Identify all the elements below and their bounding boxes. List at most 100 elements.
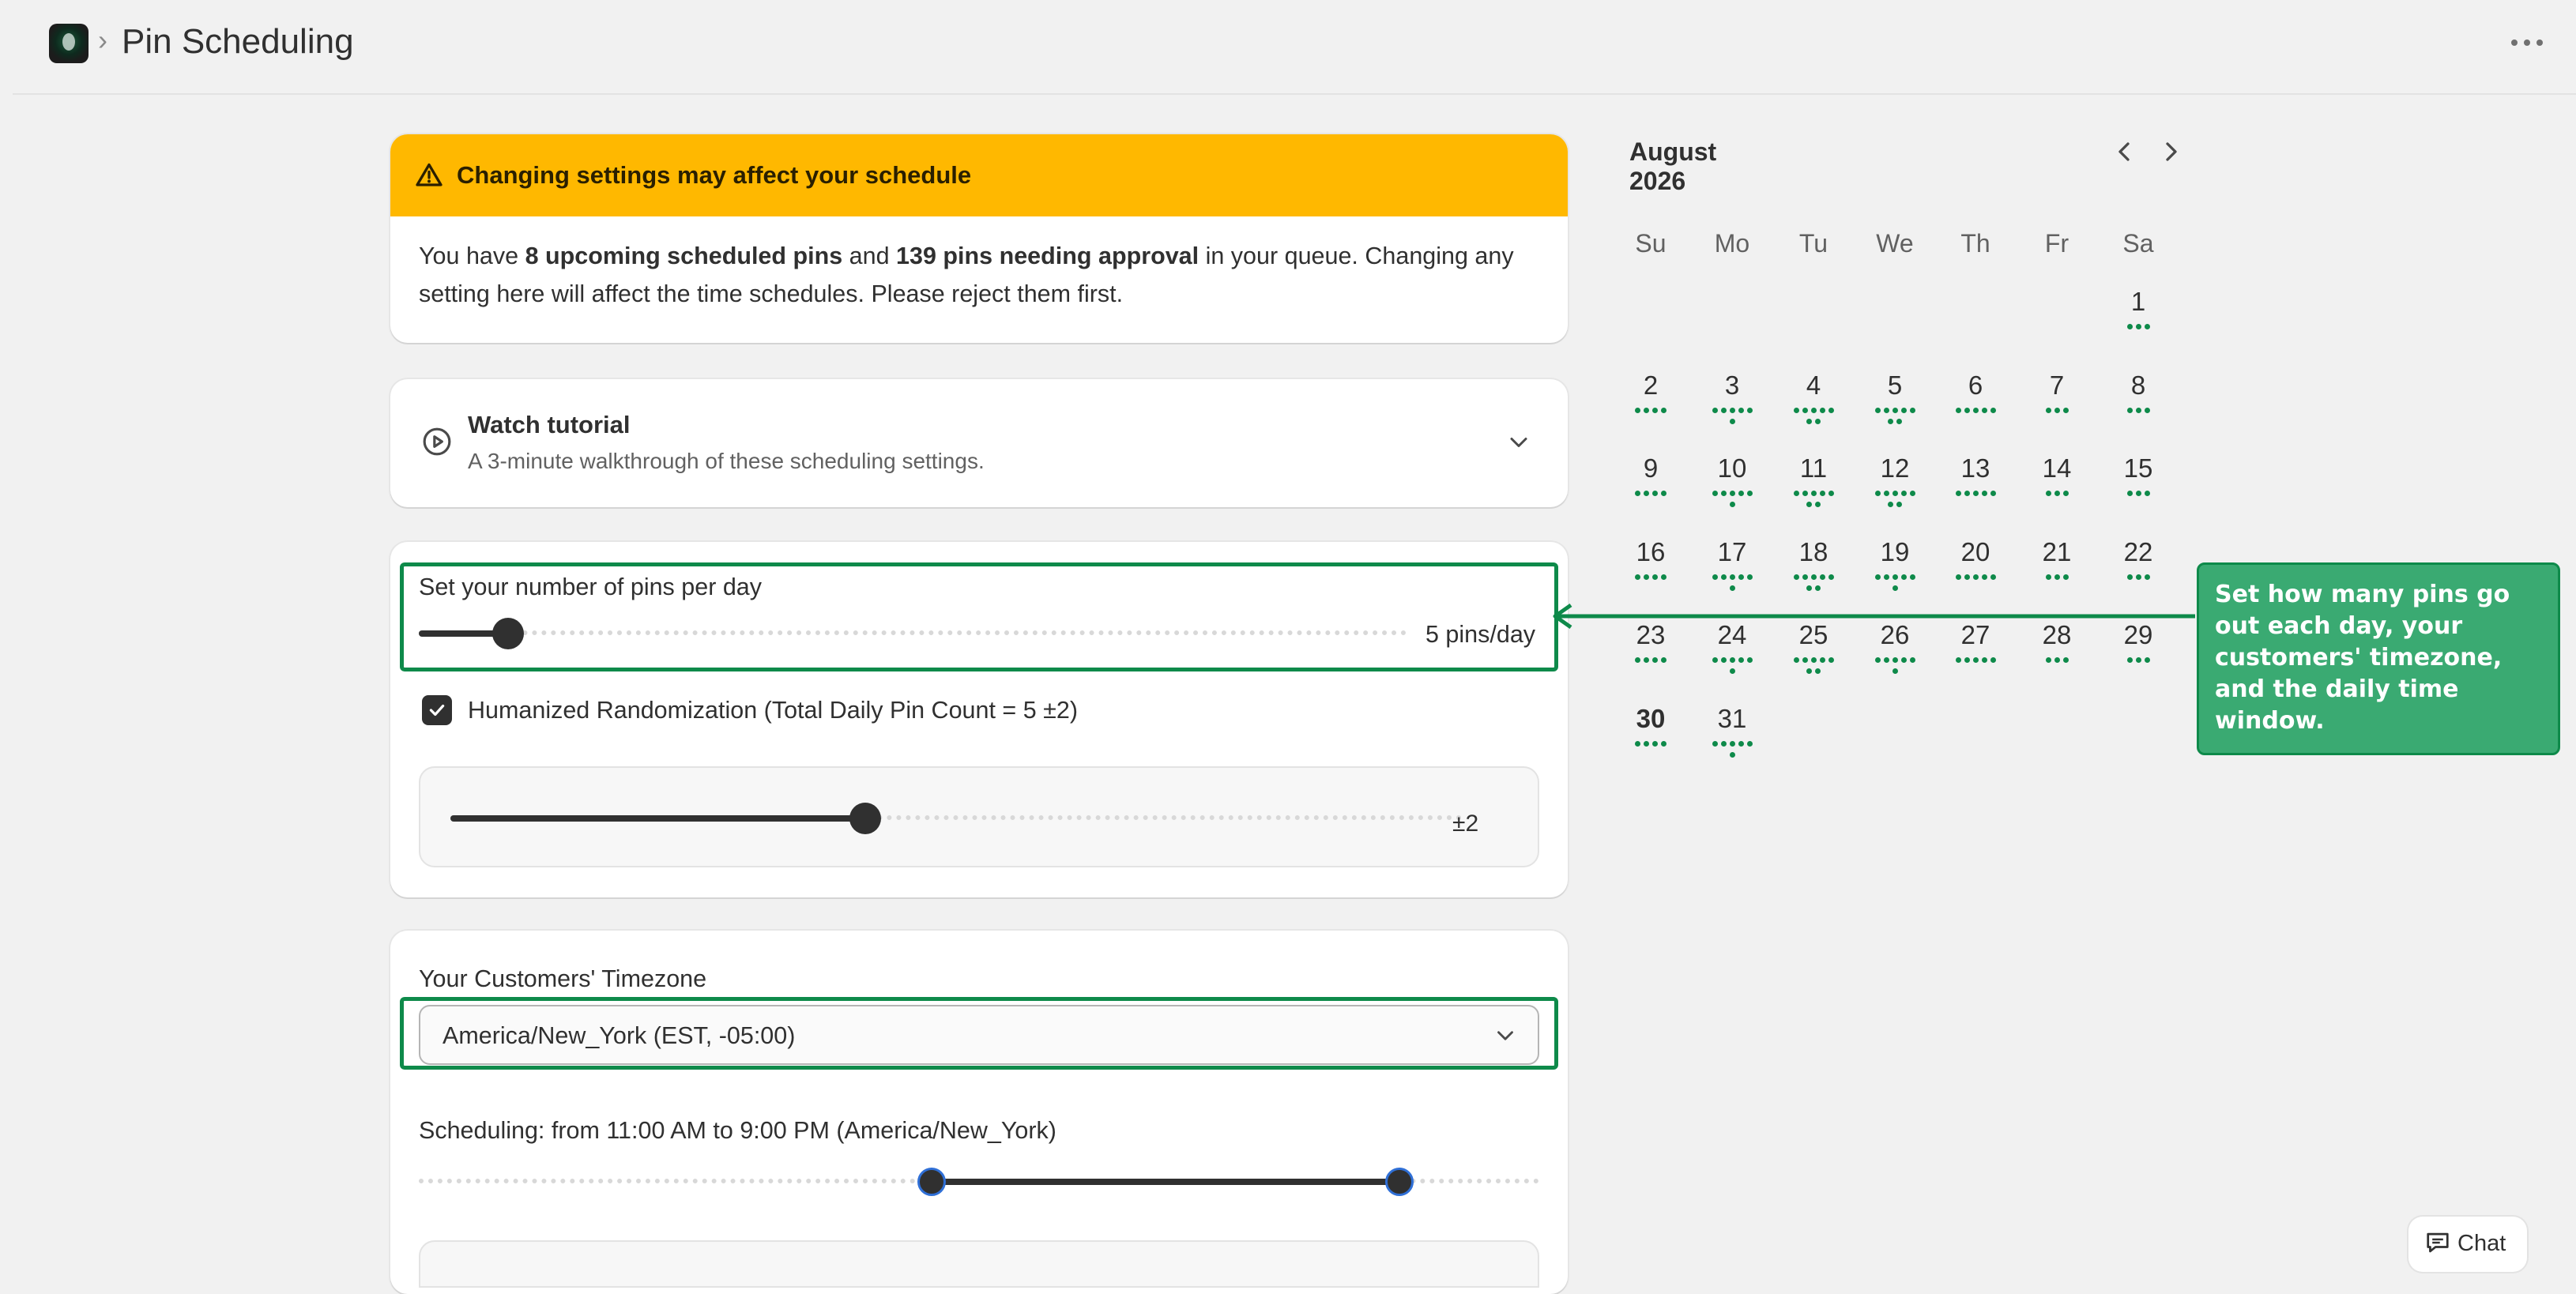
scheduled-pin-dot [1652, 657, 1658, 663]
slider-thumb[interactable] [492, 618, 524, 649]
calendar-day-8[interactable]: 8 [2103, 370, 2174, 423]
calendar-day-5[interactable]: 5 [1859, 370, 1930, 424]
range-start-thumb[interactable] [917, 1168, 946, 1196]
timezone-selected-value: America/New_York (EST, -05:00) [443, 1022, 796, 1049]
scheduled-pin-dot [1900, 408, 1907, 413]
chevron-down-icon[interactable] [1505, 428, 1533, 457]
scheduled-pin-dot [1883, 408, 1889, 413]
calendar-day-6[interactable]: 6 [1940, 370, 2011, 423]
scheduled-pin-dot [2054, 657, 2060, 663]
calendar-day-number: 1 [2130, 287, 2146, 316]
calendar-day-19[interactable]: 19 [1859, 536, 1930, 591]
scheduled-pins-dots [1859, 568, 1930, 591]
scheduled-pin-dot [2135, 657, 2141, 663]
scheduled-pin-dot [2054, 408, 2060, 413]
calendar-day-15[interactable]: 15 [2103, 453, 2174, 506]
calendar-day-1[interactable]: 1 [2103, 286, 2174, 340]
calendar-day-number: 5 [1887, 371, 1903, 400]
calendar-day-number: 15 [2123, 453, 2153, 483]
scheduled-pin-dot [1712, 408, 1718, 413]
breadcrumb-separator: › [98, 24, 107, 56]
scheduled-pin-dot [1729, 752, 1735, 758]
chat-button[interactable]: Chat [2408, 1217, 2527, 1272]
calendar-day-3[interactable]: 3 [1697, 370, 1768, 424]
calendar-day-18[interactable]: 18 [1778, 536, 1849, 591]
pins-settings-card: Set your number of pins per day 5 pins/d… [390, 542, 1568, 897]
calendar-day-4[interactable]: 4 [1778, 370, 1849, 424]
scheduled-pin-dot [1806, 668, 1812, 674]
scheduled-pin-dot [1793, 491, 1799, 496]
scheduled-pin-dot [1806, 585, 1812, 591]
calendar-day-21[interactable]: 21 [2021, 536, 2092, 590]
chevron-left-icon[interactable] [2108, 134, 2140, 169]
scheduled-pin-dot [1644, 657, 1649, 663]
calendar-day-31[interactable]: 31 [1697, 703, 1768, 758]
scheduled-pin-dot [1892, 574, 1898, 580]
scheduled-pin-dot [2126, 324, 2133, 329]
scheduled-pin-dot [1828, 657, 1834, 663]
scheduled-pin-dot [1810, 491, 1817, 496]
scheduled-pin-dot [2062, 657, 2069, 663]
scheduled-pins-dots [1615, 484, 1686, 506]
calendar-day-16[interactable]: 16 [1615, 536, 1686, 590]
app-logo[interactable] [49, 24, 89, 63]
calendar-day-20[interactable]: 20 [1940, 536, 2011, 590]
scheduled-pin-dot [2135, 574, 2141, 580]
calendar-day-number: 18 [1798, 537, 1828, 566]
timezone-label: Your Customers' Timezone [419, 965, 707, 992]
slider-thumb[interactable] [849, 803, 881, 834]
range-end-thumb[interactable] [1385, 1168, 1414, 1196]
calendar-day-11[interactable]: 11 [1778, 453, 1849, 507]
randomization-value: ±2 [1452, 811, 1479, 837]
scheduled-pin-dot [2126, 408, 2133, 413]
calendar-day-12[interactable]: 12 [1859, 453, 1930, 507]
banner-text: You have [419, 243, 525, 269]
more-actions-button[interactable] [2505, 22, 2549, 62]
tutorial-subtitle: A 3-minute walkthrough of these scheduli… [468, 449, 985, 473]
calendar-day-2[interactable]: 2 [1615, 370, 1686, 423]
top-bar: › Pin Scheduling [0, 0, 2576, 92]
scheduled-pin-dot [1635, 741, 1640, 747]
warning-banner: Changing settings may affect your schedu… [390, 134, 1568, 343]
calendar-day-13[interactable]: 13 [1940, 453, 2011, 506]
more-horizontal-icon [2511, 39, 2518, 46]
scheduled-pins-dots [1940, 401, 2011, 423]
scheduled-pin-dot [1729, 408, 1735, 413]
scheduled-pin-dot [1990, 491, 1996, 496]
scheduled-pin-dot [1883, 657, 1889, 663]
scheduled-pins-dots [1940, 568, 2011, 590]
scheduled-pin-dot [1746, 741, 1753, 747]
calendar-day-10[interactable]: 10 [1697, 453, 1768, 507]
watch-tutorial-card[interactable]: Watch tutorial A 3-minute walkthrough of… [390, 379, 1568, 507]
warning-triangle-icon [416, 163, 443, 186]
scheduled-pin-dot [2144, 324, 2150, 329]
calendar-day-30[interactable]: 30 [1615, 703, 1686, 757]
scheduling-window-label: Scheduling: from 11:00 AM to 9:00 PM (Am… [419, 1117, 1056, 1144]
scheduled-pins-dots [1697, 568, 1768, 591]
scheduled-pin-dot [1712, 491, 1718, 496]
scheduled-pin-dot [2135, 408, 2141, 413]
timezone-select[interactable]: America/New_York (EST, -05:00) [419, 1005, 1539, 1065]
play-circle-icon [423, 427, 451, 456]
scheduling-window-range-slider[interactable] [419, 1166, 1539, 1198]
pins-per-day-slider[interactable] [419, 618, 1407, 649]
scheduled-pins-dots [1778, 484, 1849, 507]
calendar-day-14[interactable]: 14 [2021, 453, 2092, 506]
scheduled-pin-dot [1712, 657, 1718, 663]
chevron-right-icon[interactable] [2156, 134, 2187, 169]
randomization-slider[interactable] [450, 803, 1462, 834]
banner-text: and [842, 243, 897, 269]
weekday-su: Su [1635, 229, 1666, 258]
scheduled-pin-dot [1738, 408, 1744, 413]
calendar-day-17[interactable]: 17 [1697, 536, 1768, 591]
scheduled-pin-dot [2135, 324, 2141, 329]
calendar-day-7[interactable]: 7 [2021, 370, 2092, 423]
scheduled-pin-dot [1892, 657, 1898, 663]
humanized-randomization-checkbox[interactable] [422, 695, 452, 725]
chat-bubble-icon [2427, 1232, 2449, 1253]
calendar-day-number: 10 [1717, 453, 1747, 483]
scheduled-pin-dot [1981, 408, 1987, 413]
calendar-day-9[interactable]: 9 [1615, 453, 1686, 506]
scheduled-pin-dot [1720, 408, 1727, 413]
calendar-day-22[interactable]: 22 [2103, 536, 2174, 590]
